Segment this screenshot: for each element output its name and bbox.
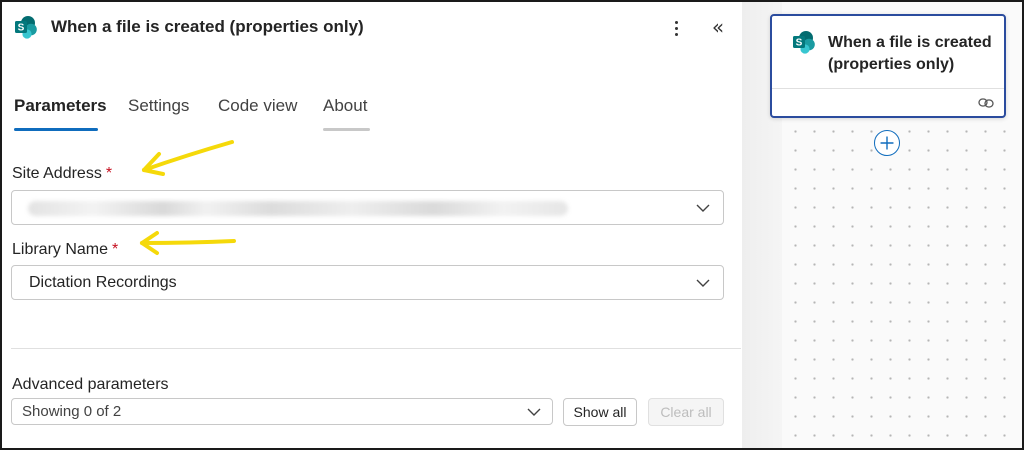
site-address-dropdown[interactable] [11,190,724,225]
tab-label: About [323,96,368,115]
app-window: S When a file is created (properties onl… [0,0,1024,450]
double-chevron-left-icon: « [711,15,725,39]
advanced-parameters-value: Showing 0 of 2 [22,403,122,420]
library-name-value: Dictation Recordings [29,274,177,291]
library-name-label-text: Library Name [12,241,109,258]
trigger-node-title: When a file is created (properties only) [828,34,992,73]
library-name-label: Library Name * [12,241,118,259]
tab-active-indicator [14,128,98,131]
chevron-down-icon [696,204,710,212]
tab-settings[interactable]: Settings [128,94,189,134]
node-footer-divider [772,88,1004,89]
tab-label: Parameters [14,96,107,115]
sharepoint-icon: S [15,16,37,39]
tab-label: Settings [128,96,190,115]
tab-hover-indicator [323,128,370,131]
required-mark: * [105,165,113,182]
more-dot [674,26,678,30]
site-address-label: Site Address * [12,165,112,183]
redacted-site-address [28,201,568,216]
collapse-panel-button[interactable]: « [706,14,730,40]
action-details-panel: S When a file is created (properties onl… [2,2,742,448]
clear-all-button[interactable]: Clear all [648,398,724,426]
advanced-parameters-dropdown[interactable]: Showing 0 of 2 [11,398,553,425]
chevron-down-icon [696,279,710,287]
link-icon [978,98,994,108]
section-divider [11,348,741,349]
tab-bar: Parameters Settings Code view About [2,94,402,134]
plus-circle-icon [880,136,894,150]
tab-label: Code view [218,96,298,115]
panel-title: When a file is created (properties only) [51,17,364,36]
more-dot [674,32,678,36]
add-step-button[interactable] [874,130,900,156]
svg-text:S: S [18,23,25,34]
sharepoint-icon: S [793,31,815,54]
more-options-button[interactable] [666,16,686,40]
library-name-dropdown[interactable]: Dictation Recordings [11,265,724,300]
advanced-parameters-label: Advanced parameters [12,376,169,393]
required-mark: * [112,241,119,258]
show-all-button[interactable]: Show all [563,398,637,426]
panel-header: S When a file is created (properties onl… [2,2,742,54]
site-address-label-text: Site Address [12,165,102,182]
tab-about[interactable]: About [323,94,370,134]
more-vertical-icon [674,20,678,24]
chevron-down-icon [527,408,541,416]
tab-parameters[interactable]: Parameters [14,94,107,134]
trigger-node-card[interactable]: S When a file is created (properties onl… [770,14,1006,118]
tab-code-view[interactable]: Code view [218,94,297,134]
svg-text:S: S [796,38,803,49]
